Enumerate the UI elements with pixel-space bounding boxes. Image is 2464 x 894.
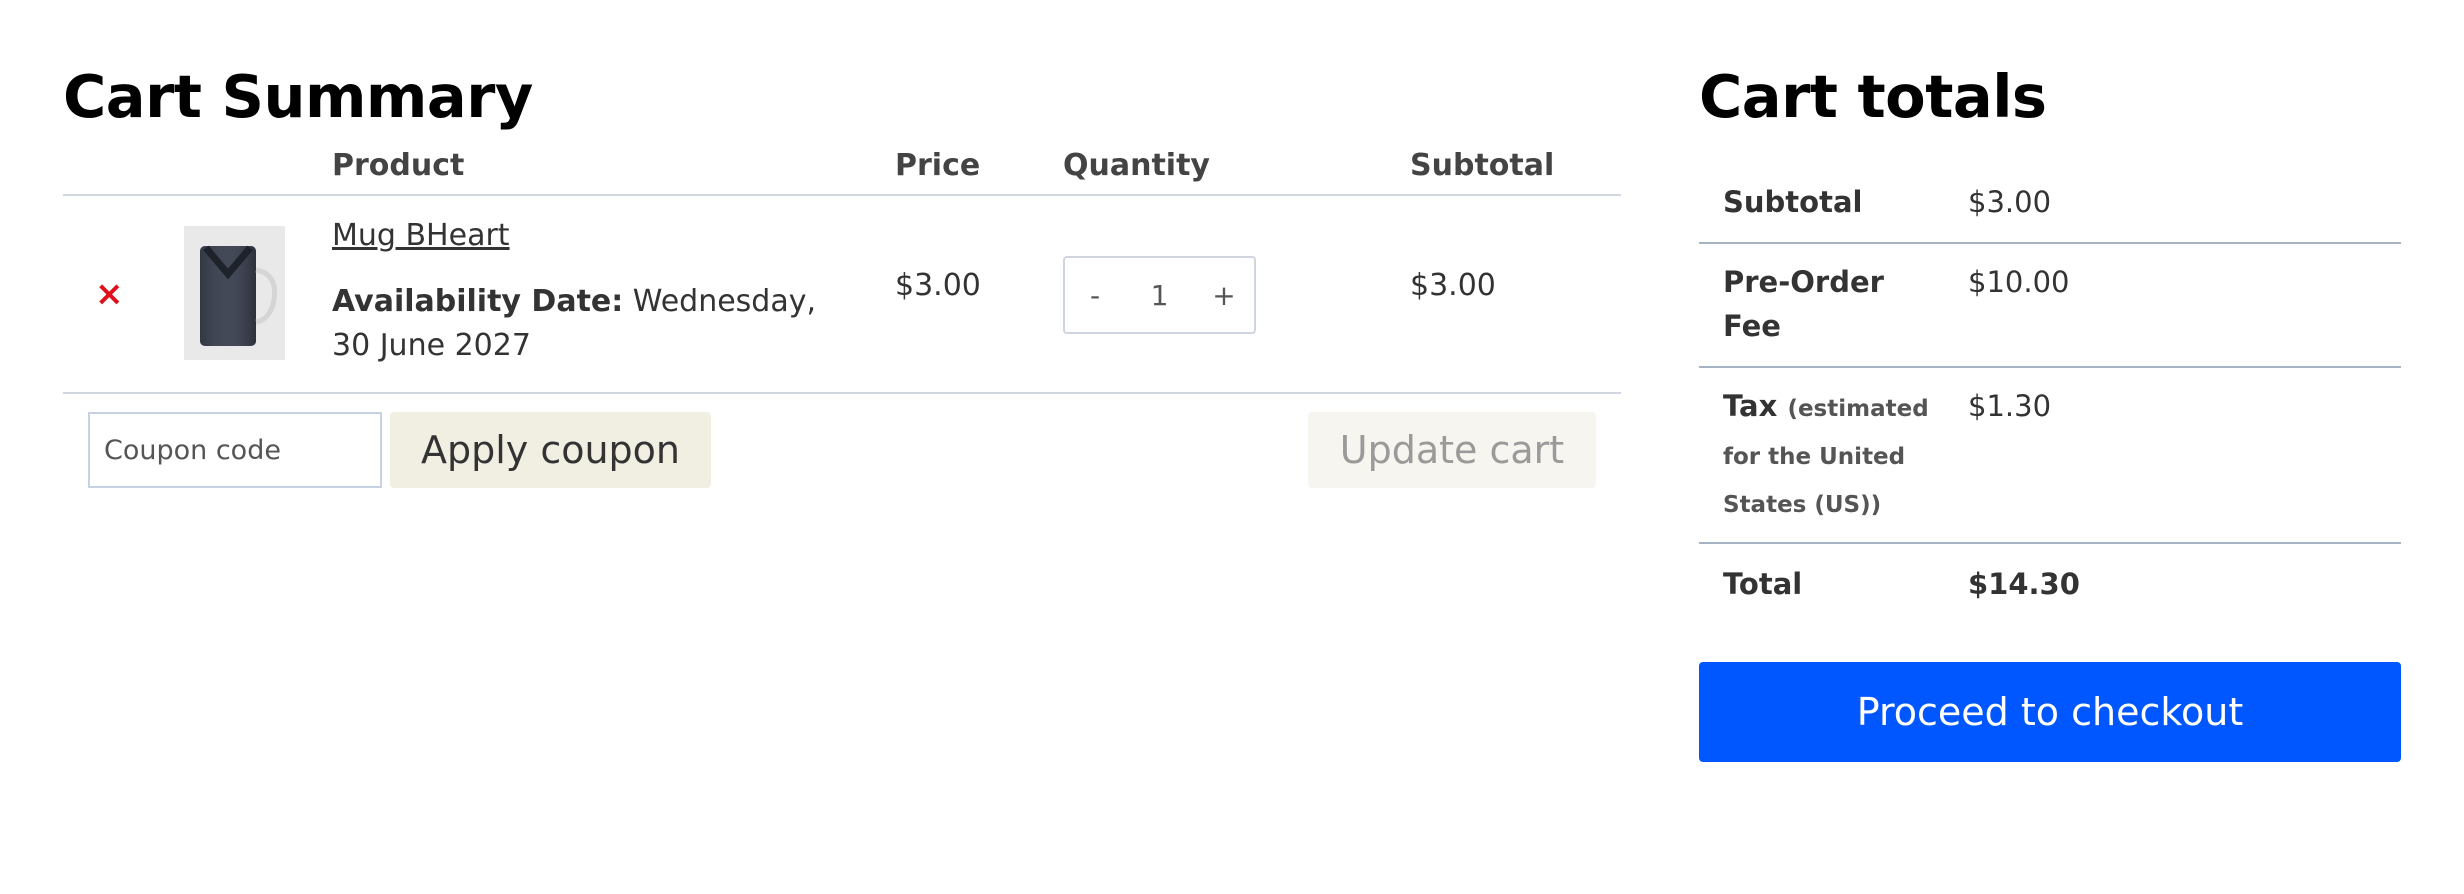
- product-name-link[interactable]: Mug BHeart: [332, 214, 852, 258]
- remove-item-icon[interactable]: ×: [95, 277, 124, 311]
- totals-row-subtotal: Subtotal $3.00: [1699, 162, 2401, 244]
- cart-summary: Cart Summary Product Price Quantity Subt…: [63, 56, 1621, 490]
- item-price: $3.00: [895, 268, 981, 303]
- cart-totals: Cart totals Subtotal $3.00 Pre-Order Fee…: [1699, 56, 2401, 762]
- totals-row-tax: Tax (estimated for the United States (US…: [1699, 368, 2401, 544]
- totals-value-total: $14.30: [1968, 567, 2080, 601]
- column-subtotal: Subtotal: [1410, 148, 1555, 183]
- totals-label-subtotal: Subtotal: [1723, 185, 1863, 219]
- totals-label-preorder-fee: Pre-Order Fee: [1723, 265, 1884, 343]
- cart-item-row: × Mug BHeart Availability Date: Wednesda…: [63, 196, 1621, 394]
- cart-table-header: Product Price Quantity Subtotal: [63, 138, 1621, 196]
- cart-actions: Apply coupon Update cart: [63, 394, 1621, 490]
- column-price: Price: [895, 148, 981, 183]
- quantity-minus-button[interactable]: -: [1065, 279, 1125, 312]
- quantity-value[interactable]: 1: [1130, 279, 1190, 312]
- availability-date: Availability Date: Wednesday, 30 June 20…: [332, 280, 852, 368]
- tax-label-text: Tax: [1723, 389, 1778, 423]
- totals-row-total: Total $14.30: [1699, 544, 2401, 628]
- coupon-code-input[interactable]: [88, 412, 382, 488]
- totals-value-subtotal: $3.00: [1968, 185, 2052, 219]
- mug-icon: [184, 226, 285, 360]
- quantity-plus-button[interactable]: +: [1194, 279, 1254, 312]
- update-cart-button[interactable]: Update cart: [1308, 412, 1596, 488]
- product-info: Mug BHeart Availability Date: Wednesday,…: [332, 214, 852, 368]
- product-thumbnail[interactable]: [184, 226, 285, 360]
- totals-row-preorder-fee: Pre-Order Fee $10.00: [1699, 244, 2401, 368]
- totals-label-tax: Tax (estimated for the United States (US…: [1723, 384, 1933, 528]
- totals-value-tax: $1.30: [1968, 389, 2052, 423]
- column-quantity: Quantity: [1063, 148, 1210, 183]
- totals-value-preorder-fee: $10.00: [1968, 265, 2070, 299]
- proceed-to-checkout-button[interactable]: Proceed to checkout: [1699, 662, 2401, 762]
- item-subtotal: $3.00: [1410, 268, 1496, 303]
- cart-totals-title: Cart totals: [1699, 62, 2047, 131]
- cart-summary-title: Cart Summary: [63, 62, 533, 131]
- column-product: Product: [332, 148, 465, 183]
- apply-coupon-button[interactable]: Apply coupon: [390, 412, 711, 488]
- availability-label: Availability Date:: [332, 284, 624, 319]
- totals-table: Subtotal $3.00 Pre-Order Fee $10.00 Tax …: [1699, 162, 2401, 628]
- totals-label-total: Total: [1723, 567, 1803, 601]
- quantity-stepper: - 1 +: [1063, 256, 1256, 334]
